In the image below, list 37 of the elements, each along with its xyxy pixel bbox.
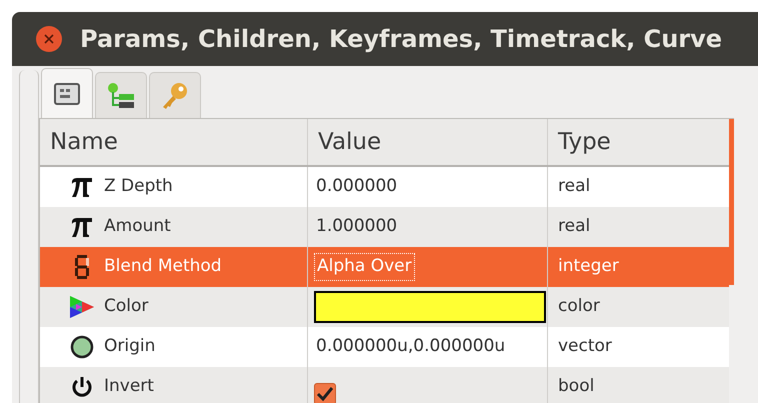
- circle-icon: [70, 335, 94, 359]
- parameter-name: Invert: [104, 375, 154, 398]
- window-title: Params, Children, Keyframes, Timetrack, Curve: [80, 24, 722, 55]
- parameter-type: integer: [558, 255, 619, 278]
- parameter-type: real: [558, 215, 590, 238]
- parameter-name: Amount: [104, 215, 171, 238]
- checkbox[interactable]: [314, 383, 336, 403]
- column-header[interactable]: Name: [40, 119, 307, 165]
- close-button[interactable]: [36, 26, 62, 52]
- parameter-value: 0.000000: [315, 175, 398, 198]
- tree-icon: [106, 82, 136, 110]
- color-swatch[interactable]: [314, 291, 546, 323]
- parameter-name: Origin: [104, 335, 156, 358]
- parameter-value: 1.000000: [315, 215, 398, 238]
- column-header[interactable]: Value: [307, 119, 547, 165]
- parameter-name: Color: [104, 295, 148, 318]
- tab[interactable]: [95, 72, 147, 118]
- table-row[interactable]: Invert bool: [40, 367, 729, 403]
- parameter-name: Z Depth: [104, 175, 173, 198]
- power-icon: [71, 376, 93, 398]
- parameter-value: 0.000000u,0.000000u: [315, 335, 506, 358]
- parameters-icon: [54, 82, 80, 104]
- table-row[interactable]: Amount 1.000000 real: [40, 207, 729, 247]
- tab[interactable]: [41, 68, 93, 118]
- parameter-type: color: [558, 295, 600, 318]
- key-icon: [160, 80, 190, 110]
- table-row[interactable]: Color color: [40, 287, 729, 327]
- parameter-name: Blend Method: [104, 255, 222, 278]
- pi-icon: [70, 216, 94, 238]
- parameter-value: Alpha Over: [314, 253, 415, 281]
- parameter-type: bool: [558, 375, 594, 398]
- pi-icon: [70, 176, 94, 198]
- parameter-type: vector: [558, 335, 612, 358]
- close-icon: [44, 34, 54, 44]
- color-wheel-icon: [68, 294, 96, 320]
- digit-icon: [74, 254, 90, 280]
- parameter-type: real: [558, 175, 590, 198]
